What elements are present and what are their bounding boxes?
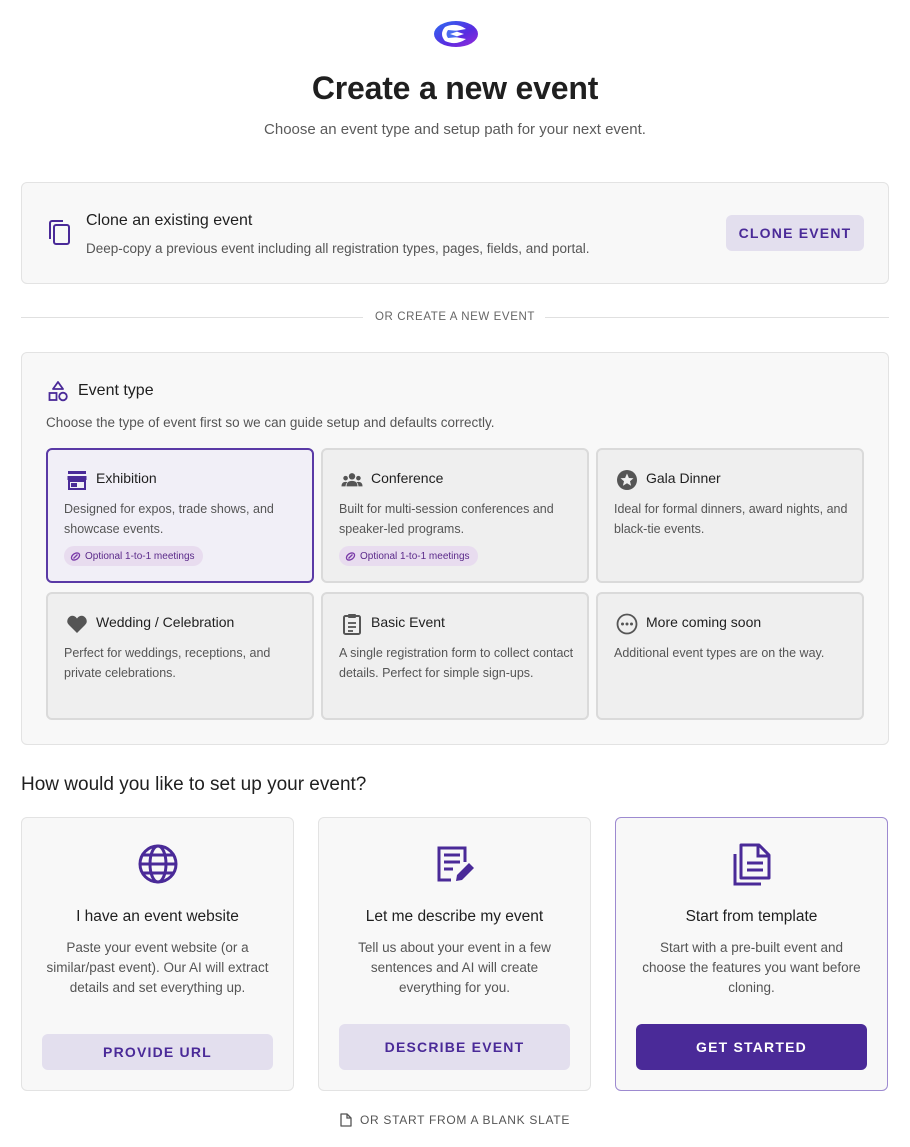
copy-icon [49, 220, 70, 245]
setup-option-description: Paste your event website (or a similar/p… [46, 940, 269, 995]
meetings-badge: Optional 1-to-1 meetings [339, 546, 478, 566]
setup-option-title: Let me describe my event [365, 908, 544, 925]
setup-option-description: Start with a pre-built event and choose … [642, 940, 861, 995]
blank-slate-link[interactable]: OR START FROM A BLANK SLATE [0, 1113, 910, 1127]
setup-option-template[interactable]: Start from template Start with a pre-bui… [615, 817, 888, 1091]
link-icon [345, 551, 356, 561]
edit-note-icon [437, 846, 474, 882]
event-type-name: Conference [371, 470, 444, 486]
event-type-name: Gala Dinner [646, 470, 721, 486]
page-title: Create a new event [311, 70, 599, 106]
brand-logo-icon [434, 21, 478, 47]
event-type-desc: Perfect for weddings, receptions, and pr… [64, 646, 271, 680]
get-started-button[interactable]: GET STARTED [636, 1024, 867, 1070]
divider-line-right [545, 317, 889, 318]
event-type-title: Event type [78, 382, 154, 399]
setup-option-title: I have an event website [76, 908, 239, 925]
clipboard-icon [343, 614, 361, 635]
meetings-badge: Optional 1-to-1 meetings [64, 546, 203, 566]
clone-event-card: Clone an existing event Deep-copy a prev… [21, 182, 889, 284]
document-copy-icon [733, 843, 770, 886]
badge-label: Optional 1-to-1 meetings [360, 550, 470, 562]
or-divider: OR CREATE A NEW EVENT [21, 311, 889, 325]
clone-title: Clone an existing event [86, 212, 253, 229]
setup-option-website[interactable]: I have an event website Paste your event… [21, 817, 294, 1091]
more-icon [616, 613, 638, 635]
groups-icon [341, 473, 363, 487]
setup-heading: How would you like to set up your event? [21, 774, 367, 795]
heart-icon [67, 615, 87, 633]
clone-event-button[interactable]: CLONE EVENT [726, 215, 864, 251]
event-type-description: Choose the type of event first so we can… [46, 415, 495, 430]
page-subtitle: Choose an event type and setup path for … [264, 121, 646, 138]
event-type-desc: Designed for expos, trade shows, and sho… [64, 502, 274, 536]
event-type-name: Basic Event [371, 614, 445, 630]
clone-description: Deep-copy a previous event including all… [86, 241, 590, 256]
badge-label: Optional 1-to-1 meetings [85, 550, 195, 562]
event-type-card-conference[interactable]: Conference Built for multi-session confe… [321, 448, 589, 583]
event-type-card-basic-event[interactable]: Basic Event A single registration form t… [321, 592, 589, 720]
setup-option-title: Start from template [685, 908, 818, 925]
event-type-desc: Built for multi-session conferences and … [339, 502, 554, 536]
event-type-name: Exhibition [96, 470, 157, 486]
setup-option-description: Tell us about your event in a few senten… [358, 940, 551, 995]
event-type-card-exhibition[interactable]: Exhibition Designed for expos, trade sho… [46, 448, 314, 583]
provide-url-button[interactable]: PROVIDE URL [42, 1034, 273, 1070]
link-icon [70, 551, 81, 561]
event-type-desc: Additional event types are on the way. [614, 646, 825, 660]
file-icon [340, 1113, 352, 1127]
blank-slate-label: OR START FROM A BLANK SLATE [359, 1113, 571, 1127]
event-type-card-wedding[interactable]: Wedding / Celebration Perfect for weddin… [46, 592, 314, 720]
event-type-card-gala-dinner[interactable]: Gala Dinner Ideal for formal dinners, aw… [596, 448, 864, 583]
event-type-name: More coming soon [646, 614, 762, 630]
event-type-panel: Event type Choose the type of event firs… [21, 352, 889, 745]
shapes-icon [48, 381, 68, 402]
storefront-icon [67, 471, 87, 490]
event-type-name: Wedding / Celebration [96, 614, 235, 630]
globe-icon [138, 844, 177, 884]
event-type-card-more-coming-soon: More coming soon Additional event types … [596, 592, 864, 720]
setup-option-describe[interactable]: Let me describe my event Tell us about y… [318, 817, 591, 1091]
star-icon [617, 470, 637, 490]
describe-event-button[interactable]: DESCRIBE EVENT [339, 1024, 570, 1070]
event-type-desc: Ideal for formal dinners, award nights, … [614, 502, 848, 536]
event-type-desc: A single registration form to collect co… [339, 646, 574, 680]
